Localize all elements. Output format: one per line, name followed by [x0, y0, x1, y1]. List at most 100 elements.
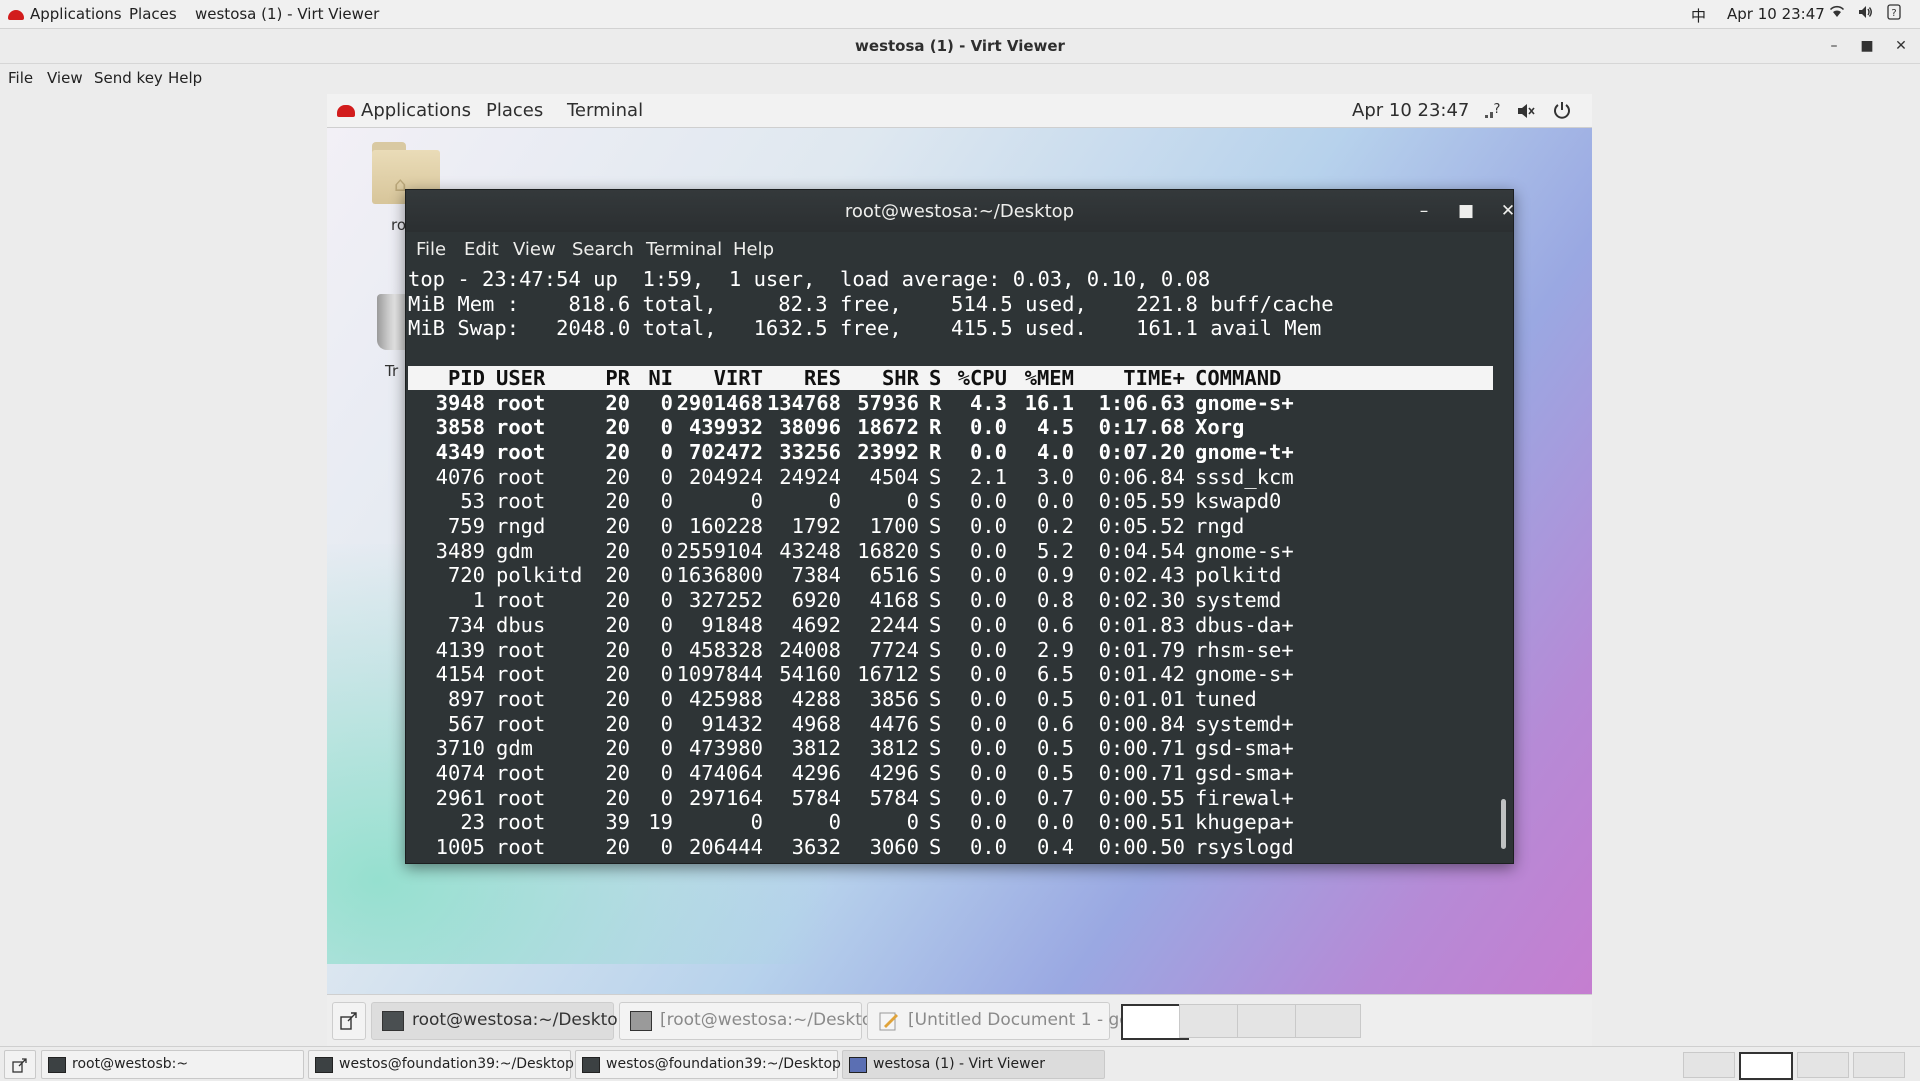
terminal-minimize-button[interactable]: – [1411, 198, 1437, 224]
col-state-header: S [929, 365, 942, 390]
host-workspace-2[interactable] [1739, 1052, 1793, 1080]
process-table-header: PID USER PR NI VIRT RES SHR S %CPU %MEM … [408, 365, 1493, 391]
guest-display[interactable]: Applications Places Terminal Apr 10 23:4… [327, 94, 1592, 994]
cell-pid: 4349 [435, 439, 485, 464]
guest-workspace-2[interactable] [1179, 1004, 1245, 1038]
guest-task-terminal-minimized[interactable]: [root@westosa:~/Desktop] [619, 1002, 890, 1040]
cell-res: 4692 [791, 612, 841, 637]
host-task-label: root@westosb:~ [72, 1056, 189, 1072]
terminal-icon [315, 1057, 333, 1073]
cell-time: 0:00.71 [1098, 761, 1185, 785]
host-task-terminal-foundation-2[interactable]: westos@foundation39:~/Desktop [575, 1050, 841, 1079]
cell-pid: 2961 [435, 785, 485, 810]
cell-mem: 4.5 [1036, 415, 1074, 440]
guest-clock[interactable]: Apr 10 23:47 [1352, 100, 1469, 121]
cell-command: khugepa+ [1195, 810, 1294, 835]
cell-mem: 16.1 [1024, 390, 1074, 415]
cell-pr: 20 [605, 538, 630, 563]
power-icon[interactable] [1552, 100, 1572, 125]
cell-mem: 0.0 [1036, 810, 1074, 835]
swap-summary-line: MiB Swap: 2048.0 total, 1632.5 free, 415… [408, 316, 1322, 341]
viewer-menu-help[interactable]: Help [168, 69, 202, 87]
terminal-close-button[interactable]: ✕ [1495, 198, 1521, 224]
cell-command: rsyslogd [1195, 835, 1294, 860]
terminal-output[interactable]: top - 23:47:54 up 1:59, 1 user, load ave… [408, 267, 1493, 861]
host-workspace-3[interactable] [1797, 1052, 1849, 1078]
host-task-terminal-westosb[interactable]: root@westosb:~ [41, 1050, 304, 1079]
minimize-button[interactable]: – [1823, 35, 1845, 57]
volume-muted-icon[interactable] [1516, 101, 1536, 126]
terminal-maximize-button[interactable]: ■ [1453, 198, 1479, 224]
cell-res: 54160 [779, 662, 841, 687]
guest-places-menu[interactable]: Places [486, 100, 543, 121]
cell-pr: 20 [605, 662, 630, 687]
input-method-indicator[interactable]: 中 [1691, 5, 1706, 26]
cell-pid: 53 [460, 489, 485, 514]
guest-task-gedit-minimized[interactable]: [Untitled Document 1 - gedit] [867, 1002, 1159, 1040]
viewer-menu-view[interactable]: View [47, 69, 83, 87]
help-icon[interactable]: ? [1887, 4, 1901, 24]
host-task-terminal-foundation-1[interactable]: westos@foundation39:~/Desktop [308, 1050, 574, 1079]
terminal-menu-view[interactable]: View [513, 239, 556, 260]
cell-ni: 0 [660, 835, 673, 860]
host-task-virt-viewer[interactable]: westosa (1) - Virt Viewer [842, 1050, 1105, 1079]
guest-task-label: root@westosa:~/Desktop [412, 1010, 629, 1030]
host-applications-menu[interactable]: Applications [8, 5, 122, 23]
cell-virt: 297164 [688, 785, 763, 810]
volume-icon[interactable] [1857, 4, 1873, 24]
cell-pr: 20 [605, 563, 630, 588]
host-places-menu[interactable]: Places [129, 5, 177, 23]
terminal-menu-terminal[interactable]: Terminal [646, 239, 722, 260]
col-ni-header: NI [648, 365, 673, 390]
host-workspace-4[interactable] [1853, 1052, 1905, 1078]
cell-user: gdm [496, 538, 534, 563]
trash-label[interactable]: Tr [385, 362, 398, 380]
terminal-scrollbar-thumb[interactable] [1501, 799, 1506, 849]
viewer-menu-send-key[interactable]: Send key [94, 69, 163, 87]
cell-virt: 474064 [688, 761, 763, 785]
host-workspace-1[interactable] [1683, 1052, 1735, 1078]
cell-command: Xorg [1195, 415, 1245, 440]
cell-virt: 1636800 [676, 563, 763, 588]
cell-user: root [496, 439, 546, 464]
cell-shr: 4168 [869, 588, 919, 613]
cell-shr: 3060 [869, 835, 919, 860]
cell-res: 6920 [791, 588, 841, 613]
guest-task-terminal-active[interactable]: root@westosa:~/Desktop [371, 1002, 628, 1040]
guest-show-desktop-button[interactable] [332, 1002, 366, 1040]
close-button[interactable]: ✕ [1890, 35, 1912, 57]
host-clock[interactable]: Apr 10 23:47 [1727, 5, 1825, 23]
terminal-menu-edit[interactable]: Edit [464, 239, 499, 260]
cell-pid: 4154 [435, 662, 485, 687]
process-row: 734 dbus 20 0 91848 4692 2244 S 0.0 0.6 0:01.83 dbu… [408, 613, 1493, 638]
viewer-menu-file[interactable]: File [8, 69, 33, 87]
cell-virt: 2901468 [676, 390, 763, 415]
wifi-icon[interactable] [1829, 4, 1845, 24]
maximize-button[interactable]: ■ [1856, 35, 1878, 57]
terminal-window[interactable]: root@westosa:~/Desktop – ■ ✕ File Edit V… [405, 189, 1515, 864]
terminal-menu-search[interactable]: Search [572, 239, 634, 260]
cell-command: rngd [1195, 514, 1245, 538]
cell-ni: 0 [660, 439, 673, 464]
home-folder-label[interactable]: ro [391, 216, 406, 234]
terminal-icon [582, 1057, 600, 1073]
col-user-header: USER [496, 365, 546, 390]
guest-applications-menu[interactable]: Applications [337, 100, 471, 121]
cell-mem: 0.9 [1036, 563, 1074, 588]
host-active-window-title[interactable]: westosa (1) - Virt Viewer [195, 5, 379, 23]
cell-pr: 20 [605, 439, 630, 464]
cell-state: S [929, 736, 942, 761]
terminal-menu-help[interactable]: Help [733, 239, 774, 260]
terminal-menu-file[interactable]: File [416, 239, 446, 260]
process-row: 759 rngd 20 0 160228 1792 1700 S 0.0 0.2 0:05.52 rn… [408, 514, 1493, 539]
terminal-scrollbar[interactable] [1498, 267, 1510, 861]
host-show-desktop-button[interactable] [4, 1050, 36, 1079]
network-unknown-icon[interactable]: ? [1483, 101, 1503, 126]
terminal-title-bar[interactable]: root@westosa:~/Desktop – ■ ✕ [406, 190, 1515, 232]
cell-shr: 0 [906, 810, 919, 835]
viewer-menu-bar: File View Send key Help [0, 64, 1920, 92]
guest-workspace-3[interactable] [1237, 1004, 1303, 1038]
guest-terminal-menu[interactable]: Terminal [567, 100, 643, 121]
guest-workspace-4[interactable] [1295, 1004, 1361, 1038]
cell-time: 0:05.52 [1098, 514, 1185, 538]
